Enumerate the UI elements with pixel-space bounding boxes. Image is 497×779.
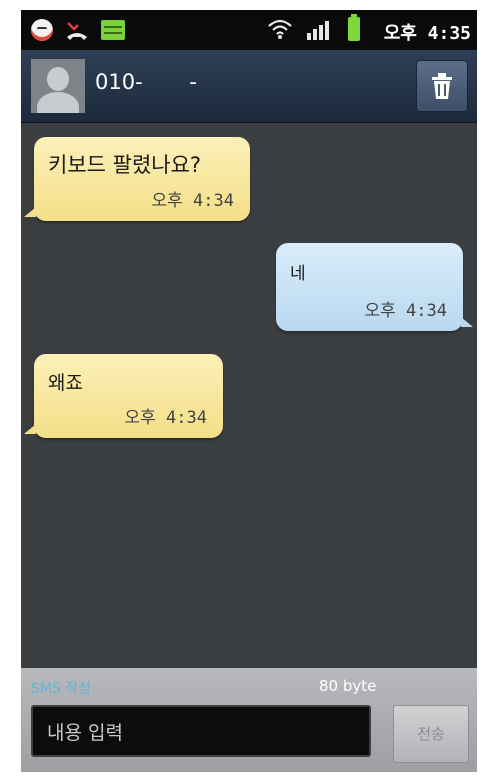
message-text: 키보드 팔렸나요? [48, 153, 202, 177]
message-text: 네 [290, 264, 306, 284]
composer-bar: SMS 작성 80 byte 내용 입력 전송 [21, 668, 477, 772]
sms-notification-icon [101, 20, 125, 40]
message-time: 오후 4:34 [364, 301, 447, 321]
message-text: 왜죠 [48, 372, 83, 394]
delete-button[interactable] [416, 60, 468, 112]
wifi-icon [267, 18, 293, 40]
sms-mode-label: SMS 작성 [31, 681, 92, 697]
status-bar: 오후 4:35 [21, 10, 477, 50]
incoming-message-bubble[interactable]: 왜죠 오후 4:34 [24, 354, 223, 438]
status-clock: 오후 4:35 [383, 23, 471, 44]
conversation-header: 010- - [21, 50, 477, 123]
signal-icon [306, 20, 332, 40]
contact-avatar[interactable] [31, 59, 85, 113]
message-input[interactable]: 내용 입력 [31, 705, 371, 757]
message-time: 오후 4:34 [151, 191, 234, 211]
missed-call-icon [65, 19, 89, 41]
outgoing-message-bubble[interactable]: 네 오후 4:34 [276, 243, 473, 331]
send-button[interactable]: 전송 [393, 705, 469, 763]
byte-counter: 80 byte [319, 677, 377, 695]
contact-name: 010- - [95, 70, 197, 94]
incoming-message-bubble[interactable]: 키보드 팔렸나요? 오후 4:34 [24, 137, 250, 221]
message-time: 오후 4:34 [124, 408, 207, 428]
message-list[interactable]: 키보드 팔렸나요? 오후 4:34 네 오후 4:34 왜죠 오후 4:34 [21, 123, 477, 668]
phone-screen: 오후 4:35 010- - 키보드 팔렸나요? 오후 4:34 네 오후 4:… [21, 10, 477, 772]
battery-icon [348, 14, 360, 41]
avatar-notification-icon [31, 19, 53, 41]
